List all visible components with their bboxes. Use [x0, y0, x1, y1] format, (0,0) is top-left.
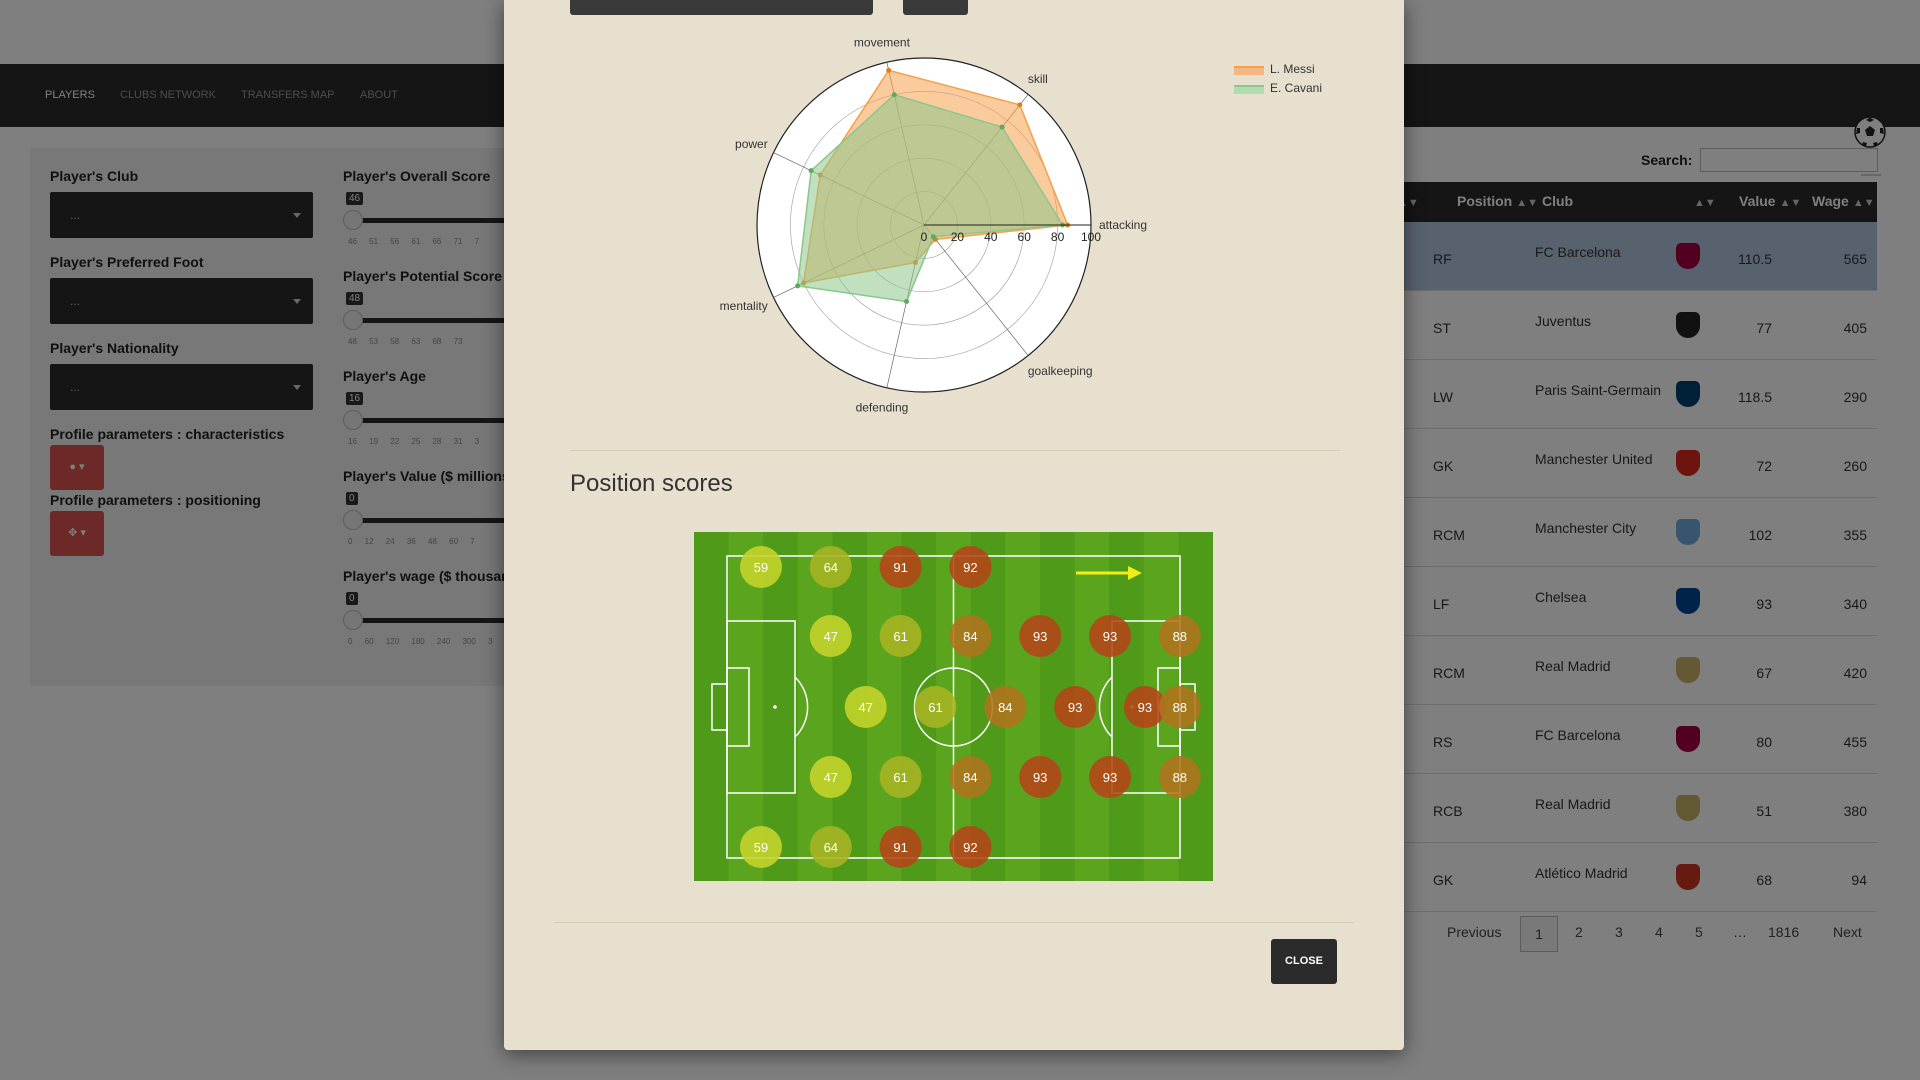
divider	[570, 450, 1340, 451]
close-button[interactable]: CLOSE	[1271, 939, 1337, 984]
position-score-label: 93	[1138, 700, 1152, 715]
radar-tick-label: 60	[1018, 230, 1032, 244]
position-score-label: 59	[754, 840, 768, 855]
radar-point	[930, 234, 936, 240]
position-score-label: 88	[1173, 770, 1187, 785]
radar-tick-label: 20	[951, 230, 965, 244]
modal-footer-divider	[554, 922, 1354, 923]
radar-tick-label: 80	[1051, 230, 1065, 244]
radar-axis-label: mentality	[720, 299, 768, 313]
radar-point	[795, 283, 801, 289]
legend-swatch-cavani	[1234, 85, 1264, 94]
radar-chart: 0 20 40 60 80 100attacking skill movement power m…	[720, 36, 1147, 415]
position-score-label: 93	[1068, 700, 1082, 715]
radar-tick-label: 100	[1081, 230, 1101, 244]
position-score-label: 47	[858, 700, 872, 715]
position-score-label: 84	[963, 629, 977, 644]
position-score-label: 92	[963, 840, 977, 855]
legend-item-cavani: E. Cavani	[1234, 81, 1322, 95]
position-score-label: 84	[963, 770, 977, 785]
radar-axis-label: movement	[854, 36, 911, 50]
position-score-label: 88	[1173, 700, 1187, 715]
radar-point	[904, 299, 910, 305]
position-score-label: 47	[824, 629, 838, 644]
position-scores-pitch: 59 64 91 92 47 61 84 93 93 88 47 61 84 93 93 88 47 61 84 93…	[694, 532, 1213, 881]
position-score-label: 64	[824, 560, 838, 575]
legend-label-cavani: E. Cavani	[1270, 81, 1323, 95]
position-score-label: 61	[893, 770, 907, 785]
radar-point	[886, 67, 892, 73]
radar-axis-label: skill	[1028, 72, 1048, 86]
position-score-label: 93	[1103, 770, 1117, 785]
position-score-label: 91	[893, 840, 907, 855]
radar-point	[999, 124, 1005, 130]
position-score-label: 84	[998, 700, 1012, 715]
radar-point	[808, 168, 814, 174]
radar-tick-label: 0	[921, 230, 928, 244]
position-score-label: 59	[754, 560, 768, 575]
radar-axis-label: attacking	[1099, 218, 1147, 232]
position-score-label: 47	[824, 770, 838, 785]
position-score-label: 91	[893, 560, 907, 575]
legend-label-messi: L. Messi	[1270, 62, 1315, 76]
modal-top-button-small[interactable]	[903, 0, 968, 15]
radar-point	[891, 92, 897, 98]
position-score-label: 61	[928, 700, 942, 715]
position-score-label: 93	[1033, 770, 1047, 785]
radar-axis-label: defending	[856, 400, 909, 414]
radar-point	[1017, 102, 1023, 108]
position-score-label: 88	[1173, 629, 1187, 644]
position-score-label: 92	[963, 560, 977, 575]
position-score-label: 61	[893, 629, 907, 644]
position-scores-title: Position scores	[570, 470, 733, 497]
radar-axis-label: goalkeeping	[1028, 364, 1093, 378]
player-compare-modal: 0 20 40 60 80 100 attacking skill movement power m…	[504, 0, 1404, 1050]
modal-top-button[interactable]	[570, 0, 873, 15]
position-score-label: 64	[824, 840, 838, 855]
legend-swatch-messi	[1234, 66, 1264, 75]
position-score-label: 93	[1033, 629, 1047, 644]
legend-item-messi: L. Messi	[1234, 62, 1315, 76]
radar-axis-label: power	[735, 137, 768, 151]
radar-tick-label: 40	[984, 230, 998, 244]
position-score-label: 93	[1103, 629, 1117, 644]
